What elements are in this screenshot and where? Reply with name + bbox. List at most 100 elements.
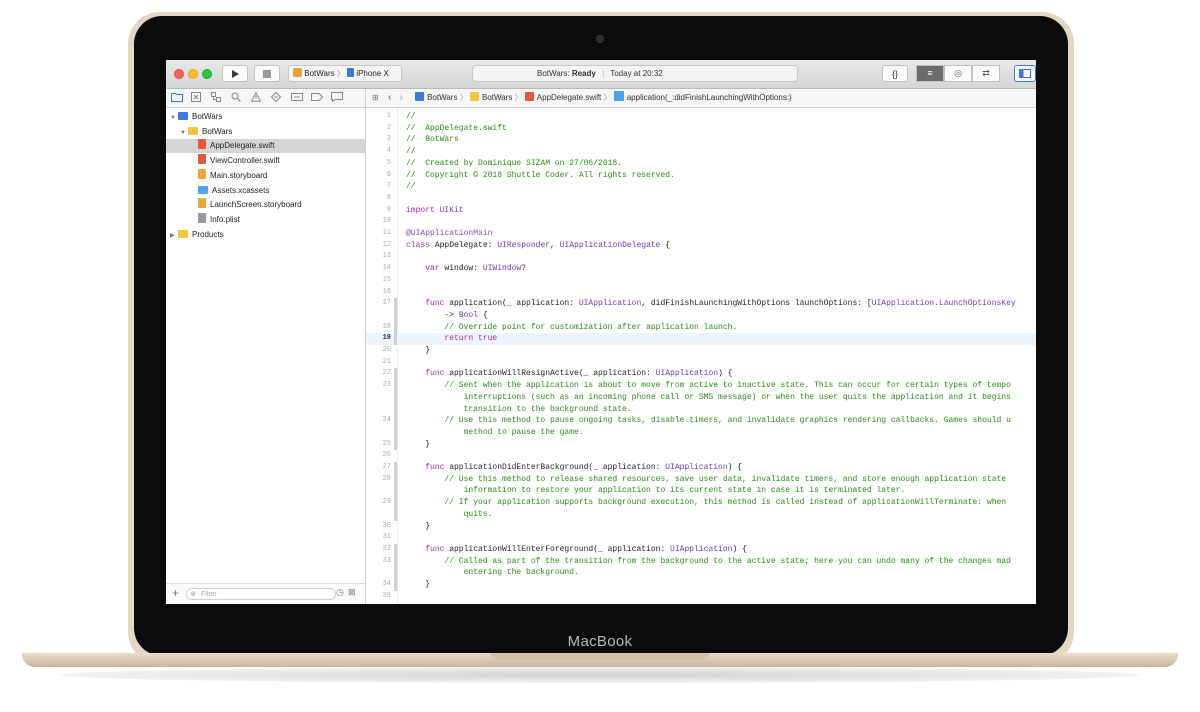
code-line[interactable]: 32 func applicationWillEnterForeground(_… [366,544,1036,556]
zoom-window-button[interactable] [202,69,212,79]
breadcrumb-item-file[interactable]: AppDelegate.swift [524,89,601,107]
related-items-icon[interactable]: ⊞ [372,89,379,107]
sidebar-item-botwars[interactable]: ▼ BotWars [166,125,365,139]
code-line[interactable]: 30 } [366,521,1036,533]
sidebar-item-products[interactable]: ▶ Products [166,228,365,242]
filter-input[interactable]: ⊚ Filter [186,588,336,600]
code-line[interactable]: 17 func application(_ application: UIApp… [366,298,1036,310]
recent-files-icon[interactable]: ◷ [336,587,344,598]
code-line[interactable]: 21 [366,357,1036,369]
code-line[interactable]: 5 // Created by Dominique SIZAM on 27/06/… [366,158,1036,170]
chevron-right-icon: 〉 [336,69,345,78]
code-line[interactable]: 29 // If your application supports backg… [366,497,1036,509]
navigator-filter-bar: + ⊚ Filter ◷ ⊠ [166,583,365,604]
code-line[interactable]: 33 // Called as part of the transition f… [366,556,1036,568]
sidebar-item-launchscreen-storyboard[interactable]: LaunchScreen.storyboard [166,198,365,212]
code-text: import UIKit [406,205,464,215]
code-line[interactable]: 18 // Override point for customization a… [366,322,1036,334]
library-button[interactable]: {} [882,65,908,82]
code-line[interactable]: entering the background. [366,567,1036,579]
code-line[interactable]: 9 import UIKit [366,205,1036,217]
code-line[interactable]: 4 // [366,146,1036,158]
code-line[interactable]: 1 // [366,111,1036,123]
breadcrumb-item-method[interactable]: application(_:didFinishLaunchingWithOpti… [613,89,792,107]
code-line[interactable]: 20 } [366,345,1036,357]
code-text: func applicationWillResignActive(_ appli… [425,369,733,379]
scheme-selector[interactable]: BotWars 〉 iPhone X [288,65,402,82]
code-line[interactable]: -> Bool { [366,310,1036,322]
line-number: 7 [386,182,391,191]
sidebar-item-info-plist[interactable]: Info.plist [166,212,365,227]
code-line[interactable]: information to restore your application … [366,485,1036,497]
code-line[interactable]: 13 [366,251,1036,263]
source-control-icon[interactable] [191,92,201,105]
code-fold-ribbon[interactable] [394,368,397,451]
symbol-icon[interactable] [211,92,221,105]
scm-filter-icon[interactable]: ⊠ [348,587,356,598]
breakpoint-icon[interactable] [311,92,324,105]
sidebar-item-botwars[interactable]: ▼ BotWars [166,110,365,124]
close-window-button[interactable] [174,69,184,79]
report-icon[interactable] [331,92,343,105]
code-line[interactable]: 8 [366,193,1036,205]
code-line[interactable]: 22 func applicationWillResignActive(_ ap… [366,368,1036,380]
code-line[interactable]: 16 [366,287,1036,299]
add-icon[interactable]: + [172,586,179,600]
assistant-editor-button[interactable]: ◎ [944,65,972,82]
stop-button[interactable] [254,65,280,82]
code-line[interactable]: 27 func applicationDidEnterBackground(_ … [366,462,1036,474]
code-text: } [406,346,431,355]
minimize-window-button[interactable] [188,69,198,79]
back-icon[interactable]: ‹ [388,89,391,107]
run-button[interactable] [222,65,248,82]
disclosure-closed-icon[interactable]: ▶ [170,229,178,243]
toggle-navigator-button[interactable] [1014,65,1036,82]
source-editor[interactable]: 1 // 2 // AppDelegate.swift 3 // BotWars 4 // 5 /… [366,108,1036,604]
test-icon[interactable] [270,91,282,105]
code-line[interactable]: 19 return true [366,333,1036,345]
breadcrumb-item-group[interactable]: BotWars [469,89,512,107]
code-line[interactable]: 24 // Use this method to pause ongoing t… [366,415,1036,427]
code-fold-ribbon[interactable] [394,543,397,591]
breadcrumb-item-project[interactable]: BotWars [415,89,457,107]
line-number: 18 [382,322,391,331]
code-line[interactable]: 31 [366,532,1036,544]
code-line[interactable]: 28 // Use this method to release shared … [366,474,1036,486]
find-icon[interactable] [231,92,241,105]
forward-icon[interactable]: › [400,89,403,107]
debug-icon[interactable] [291,92,303,105]
code-line[interactable]: interruptions (such as an incoming phone… [366,392,1036,404]
code-line[interactable]: 6 // Copyright © 2018 Shuttle Coder. All … [366,170,1036,182]
issue-icon[interactable] [250,91,262,105]
code-line[interactable]: transition to the background state. [366,404,1036,416]
code-line[interactable]: 34 } [366,579,1036,591]
sidebar-item-appdelegate-swift[interactable]: AppDelegate.swift [166,139,365,154]
disclosure-open-icon[interactable]: ▼ [180,126,188,140]
code-line[interactable]: 25 } [366,439,1036,451]
code-line[interactable]: 3 // BotWars [366,134,1036,146]
code-line[interactable]: 11 @UIApplicationMain [366,228,1036,240]
code-line[interactable]: 35 [366,591,1036,603]
sidebar-item-main-storyboard[interactable]: Main.storyboard [166,168,365,183]
code-line[interactable]: 15 [366,275,1036,287]
code-line[interactable]: method to pause the game. [366,427,1036,439]
code-fold-ribbon[interactable] [394,462,397,521]
code-line[interactable]: 7 // [366,181,1036,193]
code-line[interactable]: 12 class AppDelegate: UIResponder, UIAppl… [366,240,1036,252]
code-line[interactable]: 23 // Sent when the application is about… [366,380,1036,392]
code-line[interactable]: 14 var window: UIWindow? [366,263,1036,275]
code-line[interactable]: quits. [366,509,1036,521]
folder-icon[interactable] [171,92,183,105]
sidebar-item-viewcontroller-swift[interactable]: ViewController.swift [166,154,365,168]
standard-editor-button[interactable]: ≡ [916,65,944,82]
code-line[interactable]: 10 [366,216,1036,228]
code-fold-ribbon[interactable] [394,298,397,345]
code-line[interactable]: 2 // AppDelegate.swift [366,123,1036,135]
code-line[interactable]: 26 [366,450,1036,462]
sidebar-item-assets-xcassets[interactable]: Assets.xcassets [166,184,365,198]
disclosure-open-icon[interactable]: ▼ [170,111,178,125]
code-text: quits. [406,509,493,519]
version-editor-button[interactable]: ⇄ [972,65,1000,82]
code-text: // [406,182,416,192]
filter-placeholder: Filter [201,591,217,598]
